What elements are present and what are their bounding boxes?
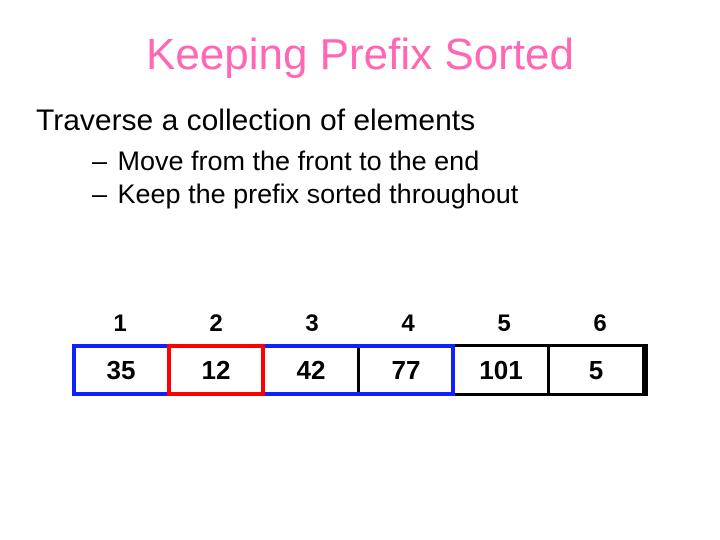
index-label: 2 bbox=[168, 310, 264, 338]
slide-title: Keeping Prefix Sorted bbox=[36, 30, 684, 80]
bullet-item: – Move from the front to the end bbox=[92, 146, 684, 177]
cell-row: 35 12 42 77 101 5 bbox=[72, 344, 648, 396]
index-label: 6 bbox=[552, 310, 648, 338]
index-label: 4 bbox=[360, 310, 456, 338]
array-cell: 77 bbox=[360, 347, 455, 393]
array-cell: 42 bbox=[265, 347, 360, 393]
index-label: 3 bbox=[264, 310, 360, 338]
bullet-text: Move from the front to the end bbox=[118, 146, 480, 176]
array-cell: 101 bbox=[455, 347, 550, 393]
dash-icon: – bbox=[92, 179, 110, 210]
dash-icon: – bbox=[92, 146, 110, 177]
index-row: 1 2 3 4 5 6 bbox=[72, 310, 648, 338]
bullet-item: – Keep the prefix sorted throughout bbox=[92, 179, 684, 210]
index-label: 1 bbox=[72, 310, 168, 338]
array-diagram: 1 2 3 4 5 6 35 12 42 77 101 5 bbox=[72, 310, 648, 396]
array-cell: 35 bbox=[75, 347, 170, 393]
intro-line: Traverse a collection of elements bbox=[36, 104, 684, 138]
bullet-list: – Move from the front to the end – Keep … bbox=[92, 146, 684, 210]
index-label: 5 bbox=[456, 310, 552, 338]
array-cell: 5 bbox=[550, 347, 645, 393]
bullet-text: Keep the prefix sorted throughout bbox=[118, 179, 519, 209]
slide: Keeping Prefix Sorted Traverse a collect… bbox=[0, 0, 720, 540]
array-cell: 12 bbox=[170, 347, 265, 393]
